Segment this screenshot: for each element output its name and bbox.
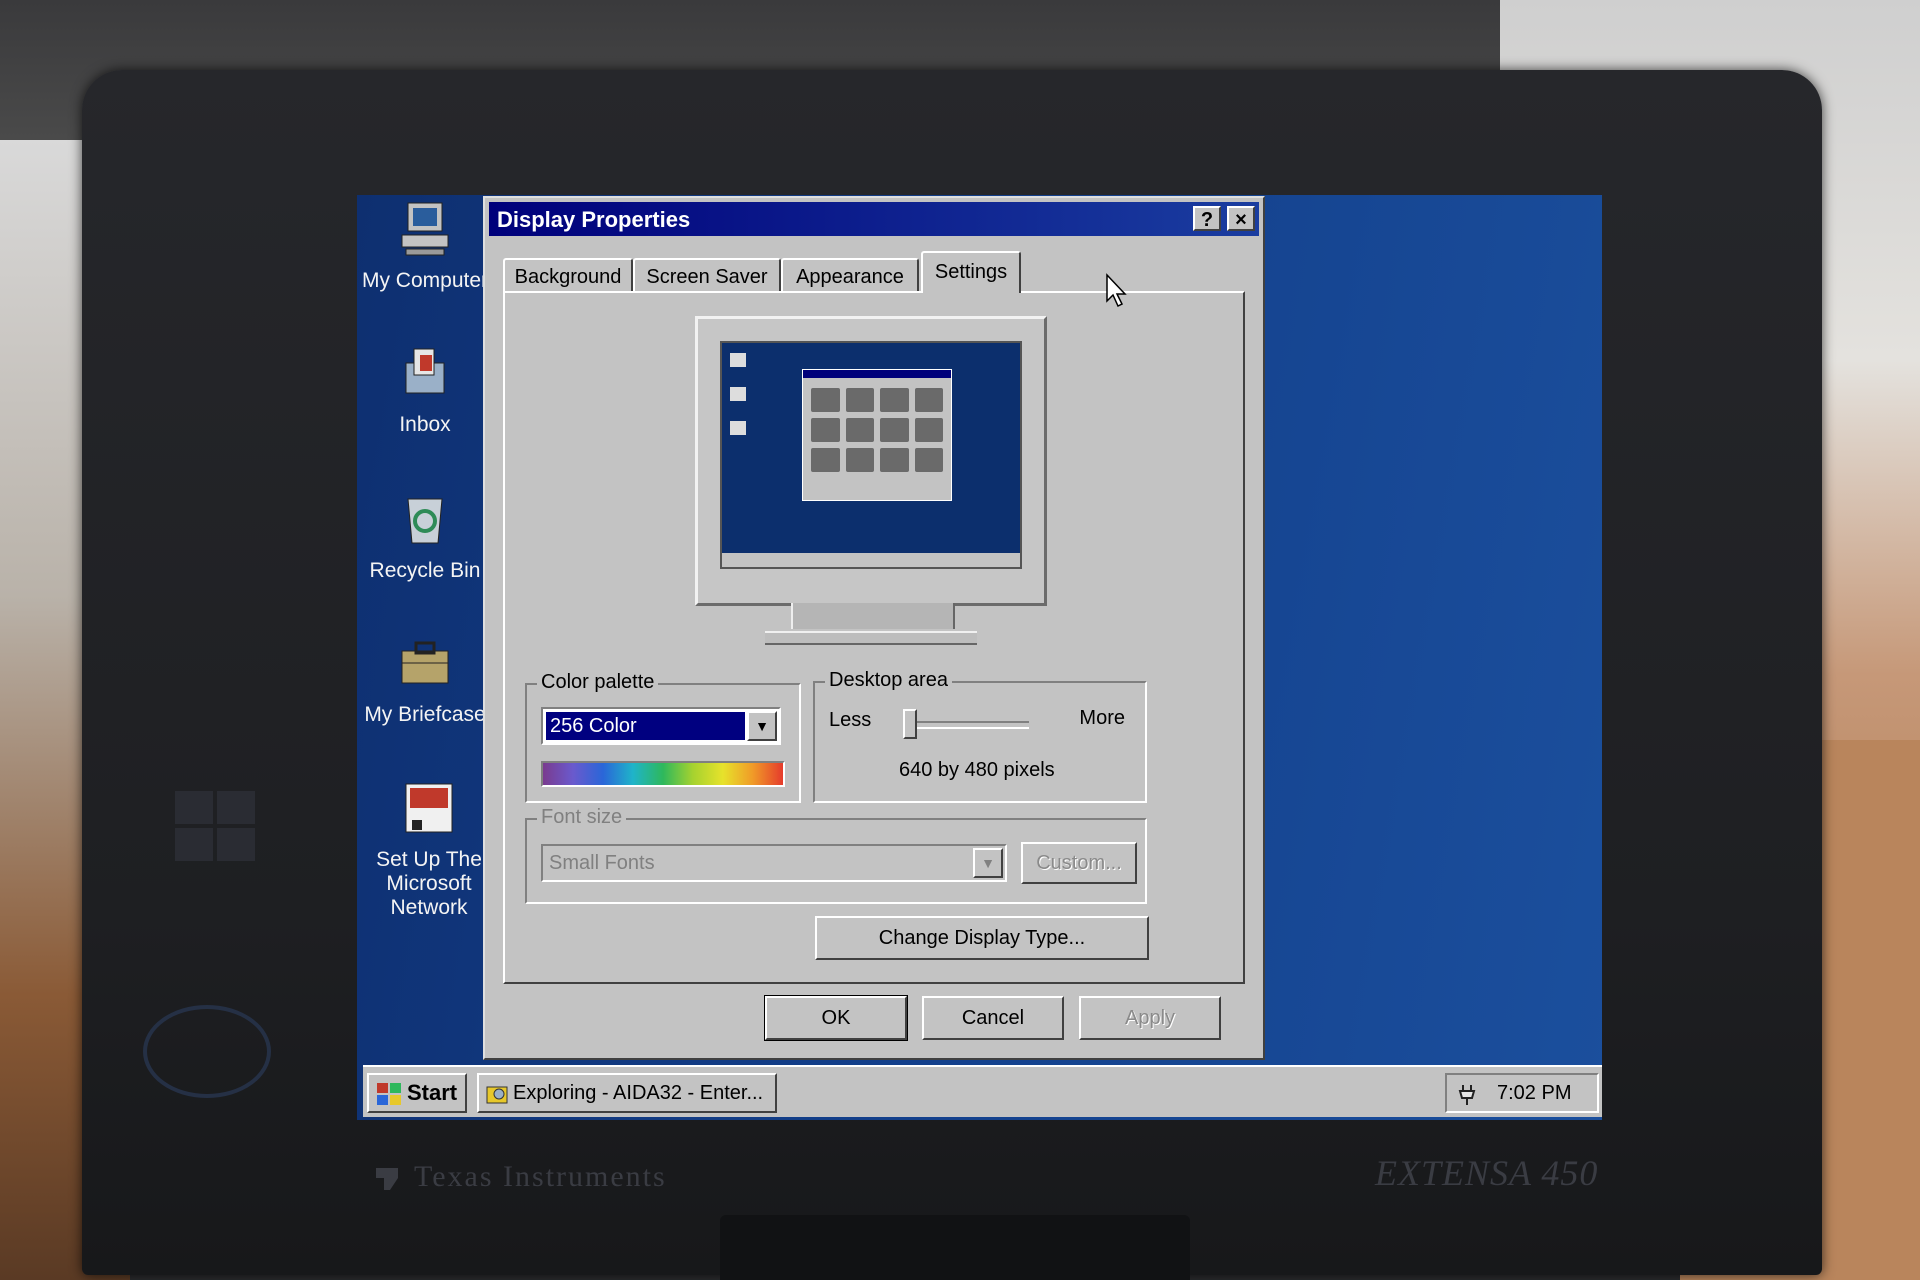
desktop-area-group: Desktop area Less More 640 by 480 pixels <box>813 669 1147 803</box>
model-label: EXTENSA 450 <box>1375 1153 1599 1193</box>
inbox-icon <box>405 348 445 394</box>
font-size-group: Font size Small Fonts ▼ Custom... <box>525 806 1147 904</box>
chevron-down-icon[interactable]: ▼ <box>973 848 1003 878</box>
texas-instruments-logo: Texas Instruments <box>372 1160 667 1194</box>
monitor-preview <box>695 316 1047 606</box>
recycle-bin-icon <box>407 498 443 544</box>
ti-logo-icon <box>376 1168 398 1191</box>
preview-window <box>802 369 952 501</box>
monitor-preview-screen <box>720 341 1022 569</box>
change-display-type-button[interactable]: Change Display Type... <box>815 916 1149 960</box>
tab-settings[interactable]: Settings <box>921 251 1021 293</box>
ok-button[interactable]: OK <box>764 995 908 1041</box>
cancel-button[interactable]: Cancel <box>922 996 1064 1040</box>
start-label: Start <box>407 1080 458 1105</box>
dialog-title: Display Properties <box>497 207 691 232</box>
desktop-icon-msn[interactable]: Set Up The Microsoft Network <box>359 780 499 920</box>
tab-appearance[interactable]: Appearance <box>781 258 919 292</box>
color-spectrum-bar <box>541 761 785 787</box>
desktop-icon-label: My Briefcase <box>364 703 486 726</box>
desktop-icon-recycle-bin[interactable]: Recycle Bin <box>357 491 495 583</box>
intel-sticker <box>143 1005 271 1098</box>
windows-logo-icon <box>377 1083 401 1106</box>
font-size-label: Font size <box>537 806 627 829</box>
desktop-icon-label: Recycle Bin <box>369 559 481 582</box>
slider-less-label: Less <box>829 709 872 731</box>
explorer-icon <box>486 1086 508 1104</box>
font-size-value: Small Fonts <box>549 852 655 874</box>
start-button[interactable]: Start <box>367 1073 467 1113</box>
system-tray: 7:02 PM <box>1445 1073 1599 1113</box>
color-palette-value: 256 Color <box>546 712 745 740</box>
custom-button[interactable]: Custom... <box>1021 842 1137 884</box>
tab-screen-saver[interactable]: Screen Saver <box>633 258 781 292</box>
desktop-icon-inbox[interactable]: Inbox <box>357 345 495 437</box>
apply-button[interactable]: Apply <box>1079 996 1221 1040</box>
computer-icon <box>401 202 449 256</box>
clock[interactable]: 7:02 PM <box>1497 1082 1571 1104</box>
taskbar: Start Exploring - AIDA32 - Enter... 7:02… <box>363 1065 1602 1117</box>
briefcase-icon <box>401 641 449 684</box>
font-size-select[interactable]: Small Fonts ▼ <box>541 844 1007 882</box>
desktop-icon-label: Inbox <box>399 413 451 436</box>
display-properties-dialog: Display Properties ? × Background Screen… <box>483 196 1265 1060</box>
monitor-base <box>765 631 977 645</box>
color-palette-group: Color palette 256 Color ▼ <box>525 671 801 803</box>
preview-taskbar <box>722 553 1020 567</box>
color-palette-label: Color palette <box>537 671 659 694</box>
tab-background[interactable]: Background <box>503 258 633 292</box>
taskbar-item-exploring[interactable]: Exploring - AIDA32 - Enter... <box>477 1073 777 1113</box>
dialog-title-bar[interactable]: Display Properties ? × <box>489 202 1259 236</box>
chevron-down-icon[interactable]: ▼ <box>747 711 777 741</box>
power-plug-icon[interactable] <box>1455 1081 1481 1107</box>
slider-more-label: More <box>1079 707 1125 729</box>
resolution-label: 640 by 480 pixels <box>899 759 1055 781</box>
screen: My Computer Inbox Recycle Bin My Briefca… <box>357 195 1602 1120</box>
windows-sticker <box>160 785 270 935</box>
desktop-icon-label: Set Up The Microsoft Network <box>376 848 482 919</box>
desktop-icon-my-computer[interactable]: My Computer <box>357 201 495 293</box>
desktop-icon-label: My Computer <box>361 269 489 292</box>
monitor-stand <box>791 603 955 629</box>
mouse-pointer-icon <box>1106 273 1127 308</box>
help-button[interactable]: ? <box>1193 206 1221 231</box>
taskbar-item-label: Exploring - AIDA32 - Enter... <box>513 1082 764 1104</box>
desktop-area-slider-track[interactable] <box>905 721 1029 729</box>
desktop-area-slider-thumb[interactable] <box>903 709 917 739</box>
desktop-icon-my-briefcase[interactable]: My Briefcase <box>357 635 495 727</box>
brand-name: Texas Instruments <box>414 1160 667 1193</box>
msn-icon <box>405 783 453 833</box>
laptop-hinge <box>720 1215 1190 1280</box>
close-button[interactable]: × <box>1227 206 1255 231</box>
desktop-area-label: Desktop area <box>825 669 952 692</box>
color-palette-select[interactable]: 256 Color ▼ <box>541 707 781 745</box>
